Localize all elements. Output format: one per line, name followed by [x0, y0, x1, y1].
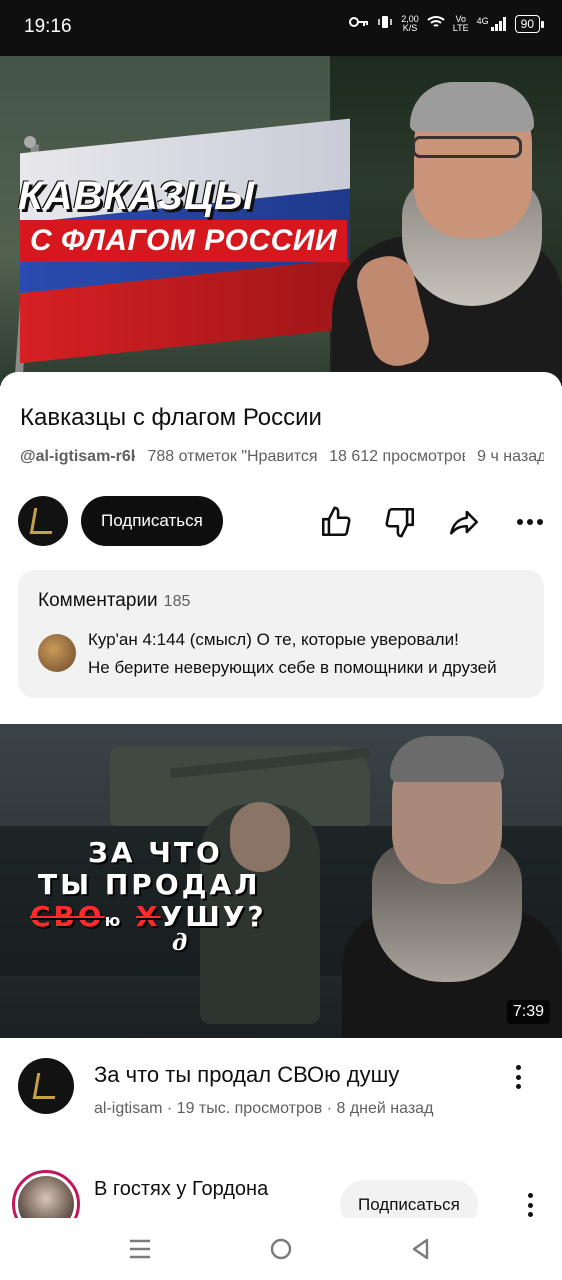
channel-suggestion-title[interactable]: В гостях у Гордона	[94, 1178, 268, 1201]
system-nav-bar	[0, 1218, 562, 1280]
upload-age: 9 ч назад	[477, 448, 544, 465]
next-video-details[interactable]: За что ты продал СВОю душу al-igtisam · …	[0, 1038, 562, 1148]
signal-icon: 4G	[477, 16, 507, 31]
thumbs-up-icon[interactable]	[316, 502, 356, 542]
more-vertical-icon[interactable]	[506, 1062, 530, 1092]
top-comment: Кур'ан 4:144 (смысл) О те, которые уверо…	[88, 630, 497, 677]
back-triangle-icon[interactable]	[400, 1232, 440, 1266]
like-count: 788 отметок "Нравится"	[147, 448, 318, 465]
thumbnail-caption-line3: СВОю ХУШУ? д	[30, 900, 267, 956]
status-icons: 2,00 K/S Vo LTE 4G 90	[349, 13, 545, 33]
video-meta: @al-igtisam-r6k 788 отметок "Нравится" 1…	[20, 448, 544, 466]
more-vertical-icon[interactable]	[518, 1190, 542, 1218]
next-video-thumbnail[interactable]: ЗА ЧТО ТЫ ПРОДАЛ СВОю ХУШУ? д 7:39	[0, 724, 562, 1038]
home-circle-icon[interactable]	[261, 1232, 301, 1266]
status-bar: 19:16 2,00 K/S Vo LTE 4G 90	[0, 0, 562, 56]
thumbs-down-icon[interactable]	[380, 502, 420, 542]
comments-header: Комментарии 185	[38, 590, 191, 611]
net-speed: 2,00 K/S	[401, 13, 419, 33]
channel-avatar[interactable]	[12, 1170, 80, 1218]
channel-avatar[interactable]	[18, 496, 68, 546]
vibrate-icon	[377, 14, 393, 33]
channel-handle[interactable]: @al-igtisam-r6k	[20, 448, 135, 466]
volte-indicator: Vo LTE	[452, 13, 469, 33]
thumbnail-caption-line1: КАВКАЗЦЫ	[18, 174, 256, 218]
share-icon[interactable]	[444, 502, 484, 542]
thumbnail-caption-line2: ТЫ ПРОДАЛ	[38, 868, 261, 901]
video-info-panel: Кавказцы с флагом России @al-igtisam-r6k…	[0, 372, 562, 724]
duration-badge: 7:39	[506, 1000, 550, 1024]
action-row: Подписаться	[18, 496, 548, 548]
video-player[interactable]: КАВКАЗЦЫ С ФЛАГОМ РОССИИ	[0, 56, 562, 386]
comments-count: 185	[163, 593, 191, 610]
wifi-icon	[427, 15, 445, 32]
next-video-title[interactable]: За что ты продал СВОю душу	[94, 1062, 399, 1088]
comments-panel[interactable]: Комментарии 185 Кур'ан 4:144 (смысл) О те…	[18, 570, 544, 698]
commenter-avatar	[38, 634, 76, 672]
subscribe-button[interactable]: Подписаться	[81, 496, 223, 546]
channel-avatar[interactable]	[18, 1058, 74, 1114]
video-title[interactable]: Кавказцы с флагом России	[20, 404, 322, 432]
subscribe-button[interactable]: Подписаться	[340, 1180, 478, 1218]
speaker-image	[322, 56, 562, 386]
thumbnail-caption-line1: ЗА ЧТО	[88, 836, 223, 869]
thumbnail-caption-line2: С ФЛАГОМ РОССИИ	[20, 220, 347, 262]
key-icon	[349, 16, 369, 31]
battery-icon: 90	[514, 14, 545, 33]
view-count: 18 612 просмотров	[329, 448, 466, 465]
more-horizontal-icon[interactable]	[510, 502, 550, 542]
recents-icon[interactable]	[120, 1232, 160, 1266]
speaker-image	[342, 724, 562, 1038]
channel-suggestion[interactable]: В гостях у Гордона Подписаться	[0, 1148, 562, 1218]
next-video-meta: al-igtisam · 19 тыс. просмотров · 8 дней…	[94, 1100, 434, 1117]
status-time: 19:16	[24, 16, 72, 37]
flag-pole-top	[24, 136, 36, 148]
